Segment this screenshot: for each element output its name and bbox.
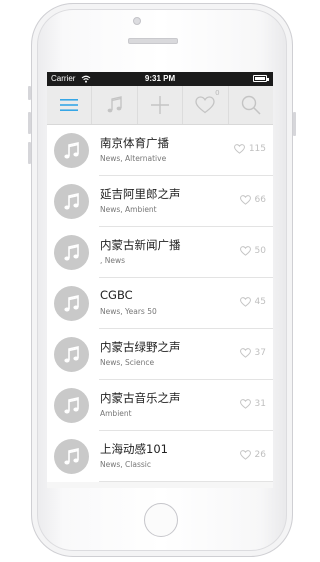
music-note-icon <box>63 447 79 464</box>
station-genre: News, Alternative <box>100 154 167 163</box>
station-thumbnail <box>54 286 89 321</box>
status-bar: Carrier 9:31 PM <box>47 72 273 86</box>
station-name: 内蒙古绿野之声 <box>100 340 181 354</box>
search-icon <box>241 95 261 115</box>
music-note-icon <box>107 96 122 113</box>
station-genre: News, Classic <box>100 460 151 469</box>
station-row[interactable]: 内蒙古绿野之声 News, Science 37 <box>47 329 273 380</box>
station-row[interactable]: 南京体育广播 News, Alternative 115 <box>47 125 273 176</box>
station-row[interactable]: 上海动感101 News, Classic 26 <box>47 431 273 482</box>
power-button <box>293 112 296 136</box>
menu-button[interactable] <box>47 86 93 124</box>
status-time: 9:31 PM <box>144 74 176 83</box>
music-note-icon <box>63 192 79 209</box>
menu-icon <box>60 99 79 111</box>
like-count: 37 <box>254 348 266 358</box>
app-screen: Carrier 9:31 PM 0 南京体育广播 News, Alternati… <box>47 72 273 488</box>
station-name: 延吉阿里郎之声 <box>100 187 181 201</box>
station-genre: News, Science <box>100 358 155 367</box>
heart-icon <box>239 450 251 460</box>
heart-icon <box>239 297 251 307</box>
toolbar: 0 <box>47 86 273 125</box>
station-likes[interactable]: 31 <box>239 399 266 409</box>
station-thumbnail <box>54 235 89 270</box>
battery-icon <box>253 75 269 82</box>
station-name: 内蒙古新闻广播 <box>100 238 181 252</box>
volume-down-button <box>28 142 31 164</box>
front-camera <box>133 17 141 25</box>
station-thumbnail <box>54 337 89 372</box>
station-likes[interactable]: 37 <box>239 348 266 358</box>
station-genre: News, Years 50 <box>100 307 157 316</box>
station-row[interactable]: CGBC News, Years 50 45 <box>47 278 273 329</box>
station-genre: News, Ambient <box>100 205 157 214</box>
heart-icon <box>239 195 251 205</box>
search-button[interactable] <box>229 86 273 124</box>
station-thumbnail <box>54 439 89 474</box>
station-list: 南京体育广播 News, Alternative 115 延吉阿里郎之声 New… <box>47 125 273 482</box>
heart-icon <box>233 144 245 154</box>
silent-switch <box>28 86 31 100</box>
station-likes[interactable]: 26 <box>239 450 266 460</box>
station-likes[interactable]: 50 <box>239 246 266 256</box>
station-genre: Ambient <box>100 409 132 418</box>
station-row[interactable]: 内蒙古新闻广播 , News 50 <box>47 227 273 278</box>
add-button[interactable] <box>138 86 184 124</box>
heart-icon <box>239 399 251 409</box>
music-note-icon <box>63 243 79 260</box>
station-row[interactable]: 内蒙古音乐之声 Ambient 31 <box>47 380 273 431</box>
station-thumbnail <box>54 133 89 168</box>
heart-icon <box>195 96 216 114</box>
home-button[interactable] <box>144 503 178 537</box>
station-likes[interactable]: 45 <box>239 297 266 307</box>
like-count: 66 <box>254 195 266 205</box>
station-thumbnail <box>54 184 89 219</box>
earpiece-speaker <box>128 38 178 44</box>
music-note-icon <box>63 345 79 362</box>
music-button[interactable] <box>92 86 138 124</box>
station-name: CGBC <box>100 288 133 302</box>
music-note-icon <box>63 141 79 158</box>
heart-icon <box>239 246 251 256</box>
music-note-icon <box>63 396 79 413</box>
favorites-button[interactable]: 0 <box>183 86 229 124</box>
music-note-icon <box>63 294 79 311</box>
like-count: 26 <box>254 450 266 460</box>
station-thumbnail <box>54 388 89 423</box>
like-count: 45 <box>254 297 266 307</box>
station-name: 上海动感101 <box>100 442 168 456</box>
station-row[interactable]: 延吉阿里郎之声 News, Ambient 66 <box>47 176 273 227</box>
like-count: 50 <box>254 246 266 256</box>
like-count: 31 <box>254 399 266 409</box>
station-name: 内蒙古音乐之声 <box>100 391 181 405</box>
add-icon <box>151 96 170 114</box>
heart-icon <box>239 348 251 358</box>
volume-up-button <box>28 112 31 134</box>
station-likes[interactable]: 66 <box>239 195 266 205</box>
station-name: 南京体育广播 <box>100 136 169 150</box>
like-count: 115 <box>248 144 266 154</box>
favorites-count: 0 <box>215 89 220 97</box>
station-genre: , News <box>100 256 126 265</box>
station-likes[interactable]: 115 <box>233 144 266 154</box>
